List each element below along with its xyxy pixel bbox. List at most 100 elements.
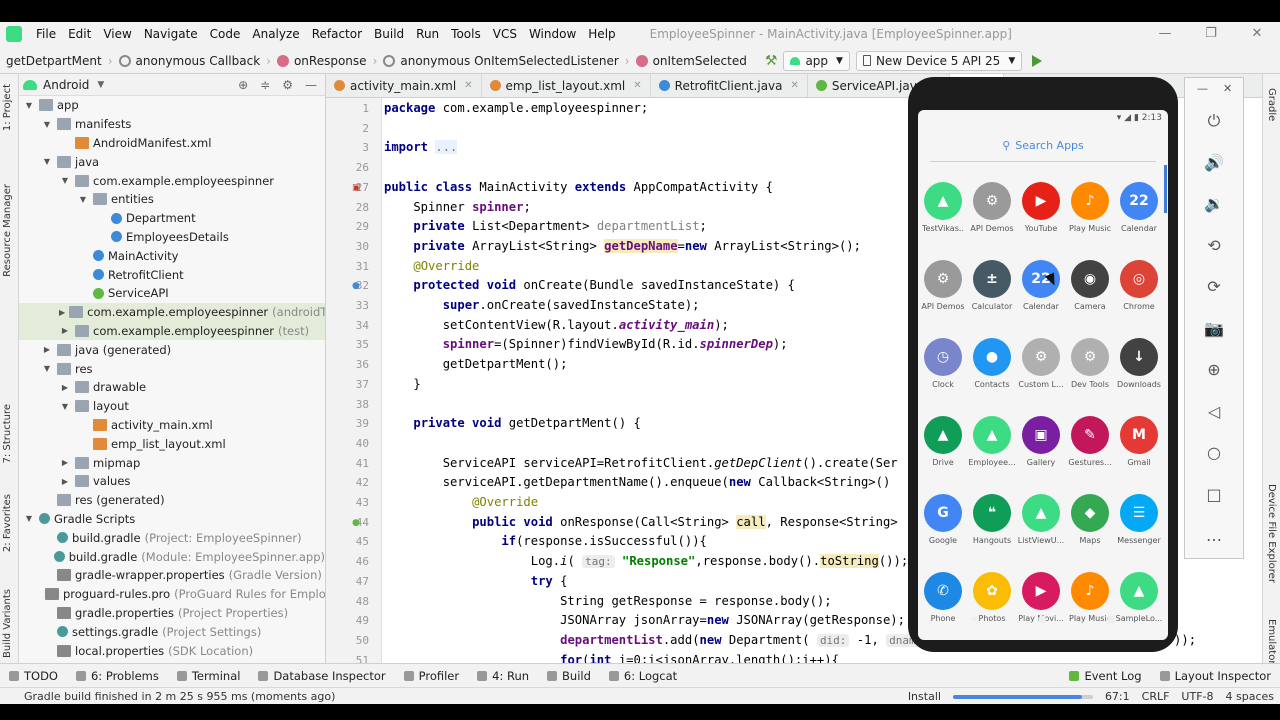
expand-arrow-icon[interactable]: ▼ (59, 176, 71, 185)
back-icon[interactable]: ◁ (1201, 401, 1227, 423)
tree-item[interactable]: MainActivity (19, 246, 325, 265)
tree-item[interactable]: gradle.properties (Project Properties) (19, 604, 325, 623)
app-drawer-scrollbar[interactable] (1164, 165, 1167, 213)
volume-up-icon[interactable]: 🔊 (1201, 152, 1227, 174)
search-apps-bar[interactable]: ⚲ Search Apps (930, 130, 1156, 162)
tree-item[interactable]: ▼ com.example.employeespinner (19, 171, 325, 190)
tree-item[interactable]: ▼ app (19, 96, 325, 115)
app-icon-apidemos[interactable]: ⚙ API Demos (968, 178, 1016, 256)
close-tab-icon[interactable]: ✕ (791, 80, 799, 91)
app-icon-customl[interactable]: ⚙ Custom L... (1017, 334, 1065, 412)
power-icon[interactable]: ⏻ (1201, 110, 1227, 132)
run-icon[interactable] (1032, 54, 1043, 67)
collapse-arrow-icon[interactable]: ▶ (59, 326, 71, 335)
app-icon-maps[interactable]: ◆ Maps (1066, 490, 1114, 568)
app-icon-messenger[interactable]: ☰ Messenger (1115, 490, 1163, 568)
tree-item[interactable]: proguard-rules.pro (ProGuard Rules for Em… (19, 585, 325, 604)
tree-item[interactable]: build.gradle (Module: EmployeeSpinner.app… (19, 547, 325, 566)
breadcrumb-item[interactable]: anonymous OnItemSelectedListener (377, 54, 624, 68)
tree-item[interactable]: build.gradle (Project: EmployeeSpinner) (19, 528, 325, 547)
collapse-arrow-icon[interactable]: ▶ (59, 458, 71, 467)
app-icon-downloads[interactable]: ↓ Downloads (1115, 334, 1163, 412)
menu-run[interactable]: Run (410, 27, 445, 41)
tree-item[interactable]: RetrofitClient (19, 265, 325, 284)
tree-item[interactable]: ▶ mipmap (19, 453, 325, 472)
tab-project[interactable]: 1: Project (2, 84, 13, 131)
tool-profiler[interactable]: Profiler (395, 669, 469, 683)
close-tab-icon[interactable]: ✕ (633, 80, 641, 91)
collapse-icon[interactable]: ≑ (260, 78, 270, 92)
app-icon-calendar[interactable]: 22 Calendar (1017, 256, 1065, 334)
build-hammer-icon[interactable]: ⚒ (765, 53, 778, 69)
collapse-arrow-icon[interactable]: ▶ (59, 383, 71, 392)
gear-icon[interactable]: ⚙ (282, 78, 293, 92)
indent-setting[interactable]: 4 spaces (1226, 690, 1275, 703)
tree-item[interactable]: ServiceAPI (19, 284, 325, 303)
app-icon-calculator[interactable]: ± Calculator (968, 256, 1016, 334)
tree-item[interactable]: ▶ drawable (19, 378, 325, 397)
tree-item[interactable]: ▼ layout (19, 397, 325, 416)
line-separator[interactable]: CRLF (1142, 690, 1170, 703)
app-icon-contacts[interactable]: ● Contacts (968, 334, 1016, 412)
tab-resource-manager[interactable]: Resource Manager (2, 184, 13, 277)
tab-favorites[interactable]: 2: Favorites (2, 494, 13, 552)
tool-layoutinspector[interactable]: Layout Inspector (1151, 669, 1280, 683)
run-config-select[interactable]: app ▼ (783, 50, 850, 71)
tab-gradle[interactable]: Gradle (1266, 88, 1277, 121)
tree-item[interactable]: ▶ com.example.employeespinner (test) (19, 321, 325, 341)
tree-item[interactable]: emp_list_layout.xml (19, 434, 325, 453)
menu-navigate[interactable]: Navigate (138, 27, 204, 41)
close-icon[interactable]: ✕ (1223, 82, 1232, 95)
editor-tab[interactable]: RetrofitClient.java ✕ (651, 74, 808, 97)
tool-run[interactable]: 4: Run (468, 669, 538, 683)
more-icon[interactable]: … (1201, 525, 1227, 547)
app-icon-gallery[interactable]: ▣ Gallery (1017, 412, 1065, 490)
close-tab-icon[interactable]: ✕ (464, 80, 472, 91)
tab-emulator[interactable]: Emulator (1266, 619, 1277, 664)
breadcrumb-item[interactable]: getDetpartMent (0, 54, 108, 68)
app-icon-drive[interactable]: ▲ Drive (919, 412, 967, 490)
expand-arrow-icon[interactable]: ▼ (41, 157, 53, 166)
app-icon-devtools[interactable]: ⚙ Dev Tools (1066, 334, 1114, 412)
override-marker-icon[interactable]: ● (352, 281, 360, 291)
project-view-select[interactable]: Android (43, 78, 89, 92)
tool-terminal[interactable]: Terminal (168, 669, 250, 683)
app-icon-employee[interactable]: ▲ Employee... (968, 412, 1016, 490)
locate-icon[interactable]: ⊕ (238, 78, 248, 92)
overview-icon[interactable]: ■ (1106, 614, 1115, 630)
menu-tools[interactable]: Tools (445, 27, 487, 41)
chevron-down-icon[interactable]: ▼ (97, 80, 104, 90)
implements-marker-icon[interactable]: ● (352, 518, 360, 528)
tree-item[interactable]: ▼ java (19, 152, 325, 171)
tool-build[interactable]: Build (538, 669, 600, 683)
menu-view[interactable]: View (97, 27, 137, 41)
collapse-arrow-icon[interactable]: ▶ (59, 308, 65, 317)
device-select[interactable]: New Device 5 API 25 ▼ (855, 50, 1023, 71)
screenshot-icon[interactable]: 📷 (1201, 318, 1227, 340)
tree-item[interactable]: ▼ entities (19, 190, 325, 209)
app-icon-google[interactable]: G Google (919, 490, 967, 568)
menu-file[interactable]: File (30, 27, 62, 41)
app-icon-camera[interactable]: ◉ Camera (1066, 256, 1114, 334)
tree-item[interactable]: AndroidManifest.xml (19, 134, 325, 153)
expand-arrow-icon[interactable]: ▼ (41, 364, 53, 373)
minimize-icon[interactable]: — (1197, 82, 1208, 95)
tree-item[interactable]: ▶ java (generated) (19, 340, 325, 359)
tree-item[interactable]: ▼ manifests (19, 115, 325, 134)
menu-analyze[interactable]: Analyze (246, 27, 305, 41)
rotate-left-icon[interactable]: ⟲ (1201, 235, 1227, 257)
menu-code[interactable]: Code (204, 27, 247, 41)
tree-item[interactable]: activity_main.xml (19, 416, 325, 435)
back-icon[interactable]: ◀ (970, 614, 978, 630)
expand-arrow-icon[interactable]: ▼ (23, 514, 35, 523)
menu-vcs[interactable]: VCS (487, 27, 523, 41)
menu-build[interactable]: Build (368, 27, 410, 41)
tool-problems[interactable]: 6: Problems (67, 669, 168, 683)
tree-item[interactable]: res (generated) (19, 491, 325, 510)
tab-device-file-explorer[interactable]: Device File Explorer (1266, 484, 1277, 583)
tool-databaseinspector[interactable]: Database Inspector (249, 669, 394, 683)
class-marker-icon[interactable]: ▣ (352, 183, 361, 193)
tree-item[interactable]: settings.gradle (Project Settings) (19, 622, 325, 641)
tree-item[interactable]: Department (19, 209, 325, 228)
collapse-arrow-icon[interactable]: ▶ (59, 477, 71, 486)
